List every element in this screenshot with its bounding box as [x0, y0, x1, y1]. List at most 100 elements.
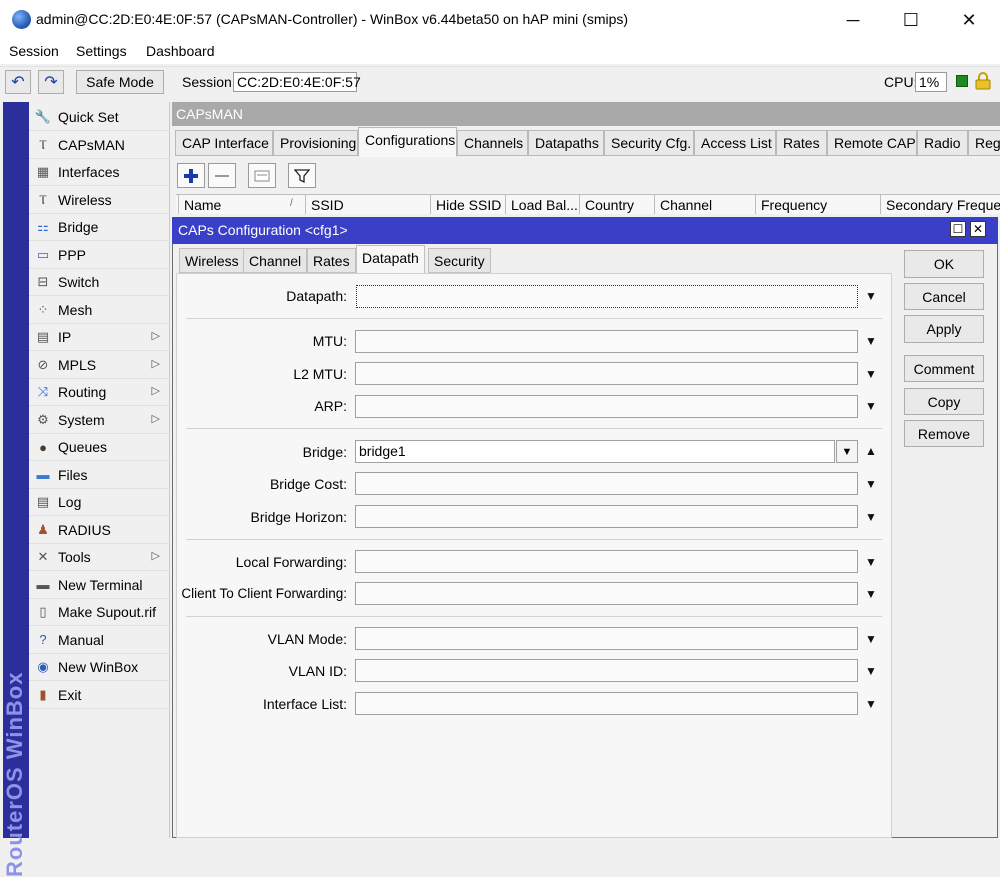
minimize-button[interactable]: ─ — [824, 0, 882, 40]
tab-datapaths[interactable]: Datapaths — [528, 130, 604, 156]
bridge-select-icon[interactable]: ▼ — [836, 440, 858, 463]
sidebar-item-routing[interactable]: ⤨ Routing ▷ — [29, 379, 170, 406]
submenu-arrow-icon: ▷ — [151, 330, 160, 342]
datapath-dropdown-icon[interactable]: ▼ — [865, 289, 877, 303]
sidebar-item-wireless[interactable]: Ⲧ Wireless — [29, 187, 170, 214]
bridge-field[interactable]: bridge1 — [355, 440, 835, 463]
sidebar-item-quick-set[interactable]: 🔧 Quick Set — [29, 104, 170, 131]
bridge-horizon-field[interactable] — [355, 505, 858, 528]
sidebar-item-manual[interactable]: ? Manual — [29, 627, 170, 654]
cancel-button[interactable]: Cancel — [904, 283, 984, 310]
tab-provisioning[interactable]: Provisioning — [273, 130, 358, 156]
sidebar-item-ip[interactable]: ▤ IP ▷ — [29, 324, 170, 351]
client-forwarding-dropdown-icon[interactable]: ▼ — [865, 587, 877, 601]
vlan-mode-dropdown-icon[interactable]: ▼ — [865, 632, 877, 646]
tab-security-cfg[interactable]: Security Cfg. — [604, 130, 694, 156]
arp-dropdown-icon[interactable]: ▼ — [865, 399, 877, 413]
sidebar-item-queues[interactable]: ● Queues — [29, 434, 170, 461]
dialog-tab-wireless[interactable]: Wireless — [179, 248, 245, 273]
tab-remote-cap[interactable]: Remote CAP — [827, 130, 917, 156]
local-forwarding-field[interactable] — [355, 550, 858, 573]
sidebar-item-new-terminal[interactable]: ▬ New Terminal — [29, 572, 170, 599]
dialog-tab-rates[interactable]: Rates — [307, 248, 356, 273]
safe-mode-button[interactable]: Safe Mode — [76, 70, 164, 94]
bridge-collapse-icon[interactable]: ▲ — [865, 444, 877, 458]
tab-channels[interactable]: Channels — [457, 130, 528, 156]
remove-button[interactable]: Remove — [904, 420, 984, 447]
l2mtu-dropdown-icon[interactable]: ▼ — [865, 367, 877, 381]
dialog-maximize-icon[interactable]: ☐ — [950, 221, 966, 237]
bridge-horizon-dropdown-icon[interactable]: ▼ — [865, 510, 877, 524]
filter-icon[interactable] — [288, 163, 316, 188]
sidebar-item-mpls[interactable]: ⊘ MPLS ▷ — [29, 352, 170, 379]
remove-icon[interactable] — [208, 163, 236, 188]
sidebar-item-ppp[interactable]: ▭ PPP — [29, 242, 170, 269]
interfaces-icon: ▦ — [36, 164, 50, 179]
undo-icon[interactable]: ↶ — [5, 70, 31, 94]
vlan-id-field[interactable] — [355, 659, 858, 682]
column-hide-ssid[interactable]: Hide SSID — [430, 195, 505, 214]
column-channel[interactable]: Channel — [654, 195, 755, 214]
comment-button[interactable]: Comment — [904, 355, 984, 382]
sidebar-item-capsman[interactable]: Ⲧ CAPsMAN — [29, 132, 170, 159]
sidebar-item-tools[interactable]: ✕ Tools ▷ — [29, 544, 170, 571]
maximize-button[interactable]: ☐ — [882, 0, 940, 40]
comment-icon[interactable] — [248, 163, 276, 188]
dialog-tab-security[interactable]: Security — [428, 248, 491, 273]
tab-configurations[interactable]: Configurations — [358, 127, 457, 157]
tab-rates[interactable]: Rates — [776, 130, 827, 156]
column-secondary-frequency[interactable]: Secondary Freque... — [880, 195, 1000, 214]
redo-icon[interactable]: ↷ — [38, 70, 64, 94]
menu-session[interactable]: Session — [9, 43, 59, 59]
session-field[interactable]: CC:2D:E0:4E:0F:57 — [233, 72, 361, 92]
lock-icon — [975, 72, 991, 90]
mtu-field[interactable] — [355, 330, 858, 353]
menu-settings[interactable]: Settings — [76, 43, 127, 59]
close-window-button[interactable]: ✕ — [940, 0, 998, 40]
sidebar-item-system[interactable]: ⚙ System ▷ — [29, 407, 170, 434]
menu-dashboard[interactable]: Dashboard — [146, 43, 215, 59]
vlan-id-dropdown-icon[interactable]: ▼ — [865, 664, 877, 678]
sidebar-item-mesh[interactable]: ⁘ Mesh — [29, 297, 170, 324]
tab-radio[interactable]: Radio — [917, 130, 968, 156]
sidebar-item-files[interactable]: ▬ Files — [29, 462, 170, 489]
tab-access-list[interactable]: Access List — [694, 130, 776, 156]
column-ssid[interactable]: SSID — [305, 195, 430, 214]
sidebar-item-label: Files — [58, 466, 88, 483]
apply-button[interactable]: Apply — [904, 315, 984, 343]
copy-button[interactable]: Copy — [904, 388, 984, 415]
column-frequency[interactable]: Frequency — [755, 195, 880, 214]
local-forwarding-dropdown-icon[interactable]: ▼ — [865, 555, 877, 569]
column-name[interactable]: Name — [178, 195, 305, 214]
mtu-dropdown-icon[interactable]: ▼ — [865, 334, 877, 348]
sidebar-item-radius[interactable]: ♟ RADIUS — [29, 517, 170, 544]
sidebar-item-new-winbox[interactable]: ◉ New WinBox — [29, 654, 170, 681]
l2mtu-field[interactable] — [355, 362, 858, 385]
sidebar-item-interfaces[interactable]: ▦ Interfaces — [29, 159, 170, 186]
tab-cap-interface[interactable]: CAP Interface — [175, 130, 273, 156]
sidebar-item-log[interactable]: ▤ Log — [29, 489, 170, 516]
tab-reg[interactable]: Reg — [968, 130, 1000, 156]
interface-list-field[interactable] — [355, 692, 858, 715]
arp-field[interactable] — [355, 395, 858, 418]
ok-button[interactable]: OK — [904, 250, 984, 278]
interface-list-dropdown-icon[interactable]: ▼ — [865, 697, 877, 711]
add-icon[interactable] — [177, 163, 205, 188]
sidebar-item-make-supout-rif[interactable]: ▯ Make Supout.rif — [29, 599, 170, 626]
sidebar-item-bridge[interactable]: ⚏ Bridge — [29, 214, 170, 241]
sidebar-item-label: Exit — [58, 686, 82, 703]
column-country[interactable]: Country — [579, 195, 654, 214]
dialog-tab-datapath[interactable]: Datapath — [356, 245, 425, 274]
vlan-mode-field[interactable] — [355, 627, 858, 650]
dialog-tab-channel[interactable]: Channel — [243, 248, 308, 273]
sidebar-item-label: Wireless — [58, 191, 112, 208]
bridge-cost-dropdown-icon[interactable]: ▼ — [865, 477, 877, 491]
client-forwarding-field[interactable] — [355, 582, 858, 605]
sidebar: 🔧 Quick Set Ⲧ CAPsMAN ▦ Interfaces Ⲧ Wireless ⚏ B… — [29, 102, 170, 838]
sidebar-item-switch[interactable]: ⊟ Switch — [29, 269, 170, 296]
column-load-balance[interactable]: Load Bal... — [505, 195, 579, 214]
bridge-cost-field[interactable] — [355, 472, 858, 495]
sidebar-item-exit[interactable]: ▮ Exit — [29, 682, 170, 709]
dialog-close-icon[interactable]: ✕ — [970, 221, 986, 237]
datapath-field[interactable] — [356, 285, 858, 308]
